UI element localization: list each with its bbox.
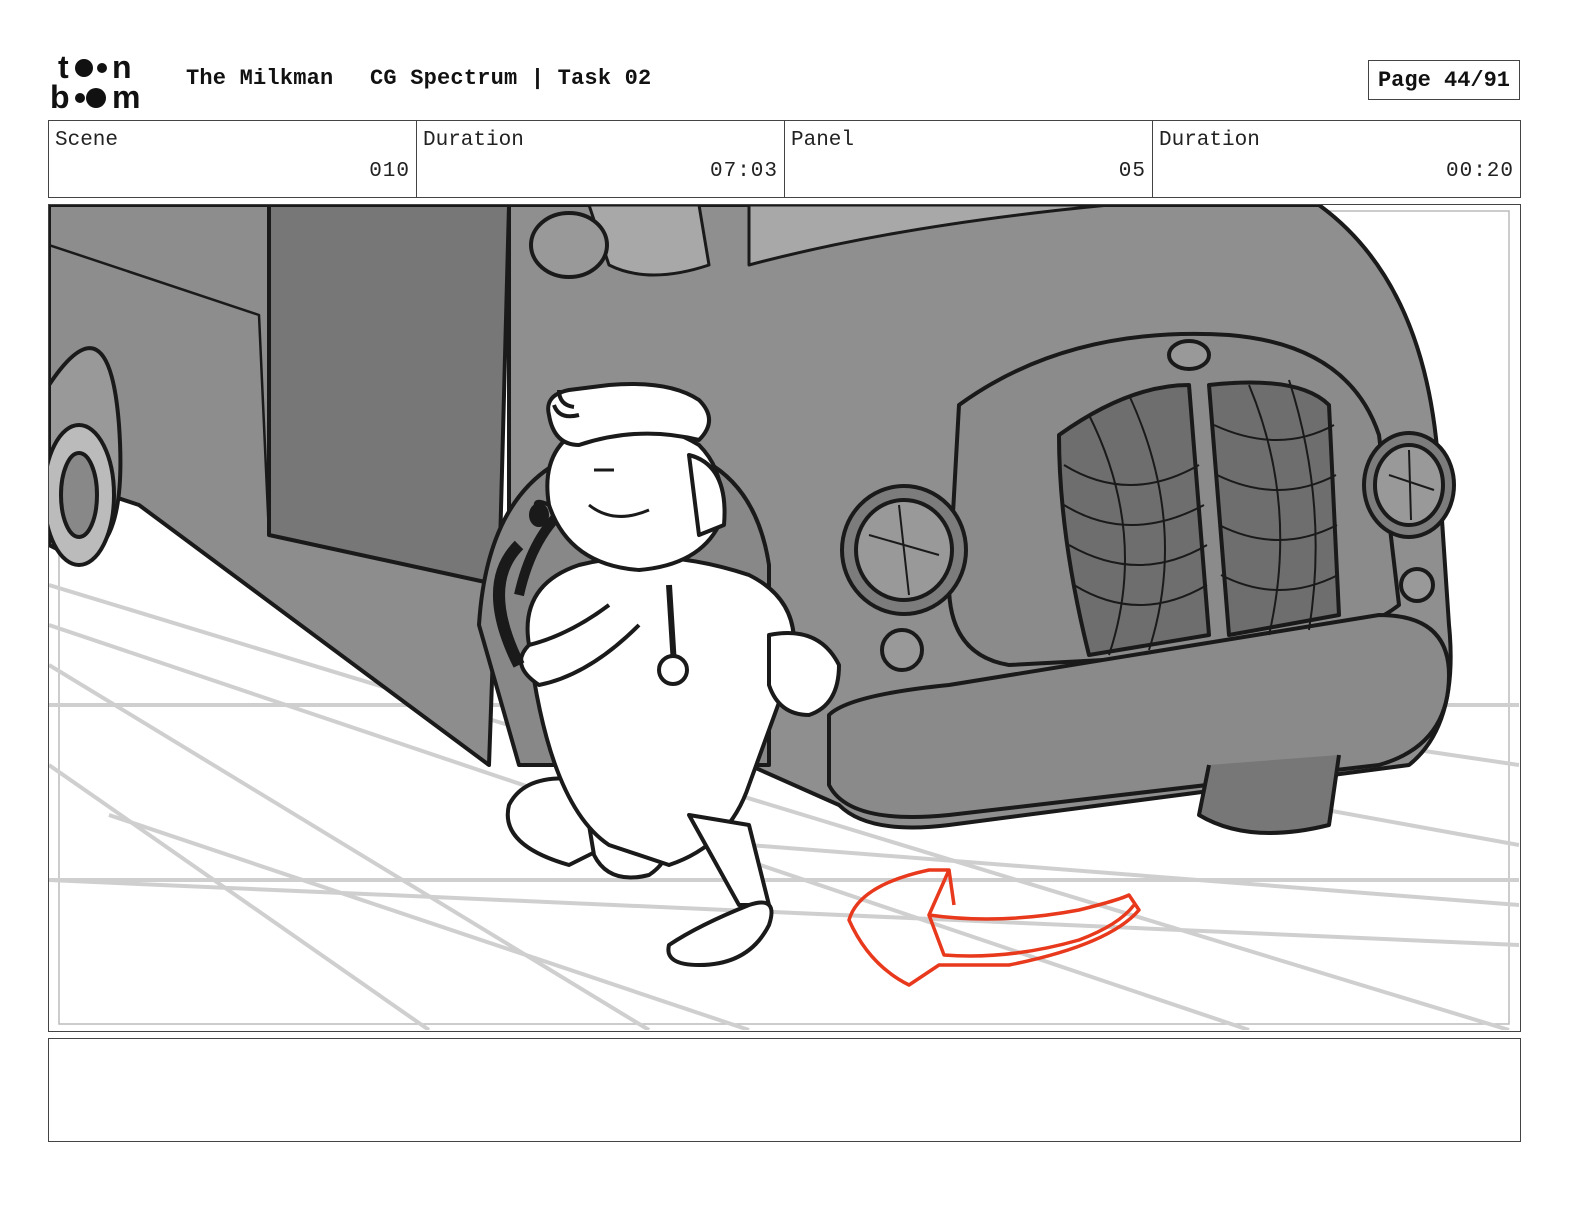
svg-text:m: m [112, 79, 140, 114]
panel-value: 05 [1118, 160, 1146, 183]
course-task-title: CG Spectrum | Task 02 [370, 66, 652, 91]
page-indicator: Page 44/91 [1368, 60, 1520, 100]
scene-label: Scene [55, 129, 119, 152]
svg-text:b: b [50, 79, 70, 114]
storyboard-panel [48, 204, 1521, 1032]
project-title: The Milkman [186, 66, 334, 91]
scene-duration-label: Duration [423, 129, 524, 152]
scene-cell: Scene 010 [49, 121, 417, 197]
panel-info-row: Scene 010 Duration 07:03 Panel 05 Durati… [48, 120, 1521, 198]
scene-value: 010 [369, 160, 410, 183]
scene-duration-value: 07:03 [709, 160, 778, 183]
panel-notes-box [48, 1038, 1521, 1142]
panel-duration-label: Duration [1159, 129, 1260, 152]
panel-drawing [49, 205, 1519, 1030]
panel-cell: Panel 05 [785, 121, 1153, 197]
panel-duration-value: 00:20 [1445, 160, 1514, 183]
panel-duration-cell: Duration 00:20 [1153, 121, 1520, 197]
toon-boom-logo: t n b m [50, 49, 164, 115]
panel-label: Panel [791, 129, 855, 152]
scene-duration-cell: Duration 07:03 [417, 121, 785, 197]
